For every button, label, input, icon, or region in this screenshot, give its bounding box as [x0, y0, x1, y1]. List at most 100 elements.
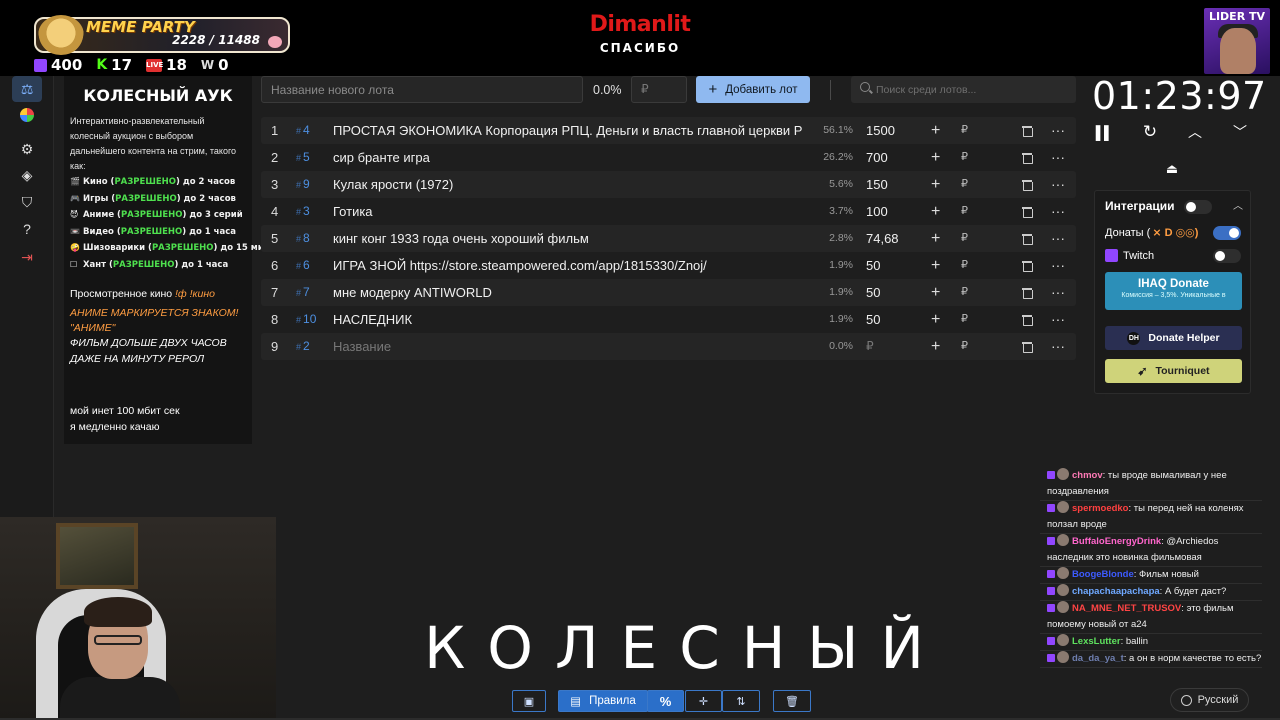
donate-helper-button[interactable]: DH Donate Helper — [1105, 326, 1242, 350]
ruble-icon[interactable]: ₽ — [961, 198, 968, 225]
lot-amount[interactable]: 50 — [866, 279, 880, 306]
lock-icon[interactable]: ▣ — [512, 690, 546, 712]
trash-icon[interactable] — [1022, 260, 1033, 272]
trash-icon[interactable] — [1022, 206, 1033, 218]
ruble-icon[interactable]: ₽ — [961, 306, 968, 333]
chat-nick[interactable]: chmov — [1072, 470, 1103, 481]
plus-icon[interactable]: + — [931, 117, 940, 144]
shield-icon[interactable]: ⛉ — [12, 189, 42, 215]
new-lot-input[interactable] — [261, 76, 583, 103]
lot-name[interactable]: мне модерку ANTIWORLD — [333, 279, 805, 306]
lot-amount[interactable]: 74,68 — [866, 225, 899, 252]
ruble-icon[interactable]: ₽ — [961, 144, 968, 171]
more-icon[interactable]: ··· — [1051, 225, 1065, 252]
logout-icon[interactable]: ⇥ — [12, 244, 42, 270]
search-input[interactable] — [876, 76, 1072, 103]
lot-row[interactable]: 3 #9 Кулак ярости (1972) 5.6% 150 + ₽ ··· — [261, 171, 1076, 198]
chevron-up-icon[interactable]: ︿ — [1183, 121, 1207, 143]
lot-row[interactable]: 4 #3 Готика 3.7% 100 + ₽ ··· — [261, 198, 1076, 225]
collapse-icon[interactable]: ⏏ — [1162, 160, 1182, 180]
lot-id[interactable]: #2 — [296, 333, 310, 361]
integrations-toggle[interactable] — [1184, 200, 1212, 214]
sort-icon[interactable]: ⇅ — [722, 690, 760, 712]
split-icon[interactable]: ✛ — [685, 690, 722, 712]
layers-icon[interactable]: ◈ — [12, 162, 42, 188]
twitch-toggle[interactable] — [1213, 249, 1241, 263]
wheel-icon[interactable] — [12, 102, 42, 128]
lot-id[interactable]: #3 — [296, 198, 310, 226]
rules-button[interactable]: ▤ Правила — [558, 690, 648, 712]
more-icon[interactable]: ··· — [1051, 198, 1065, 225]
chat-nick[interactable]: BoogeBlonde — [1072, 569, 1134, 580]
lot-amount[interactable]: 700 — [866, 144, 888, 171]
lot-name[interactable]: ИГРА ЗНОЙ https://store.steampowered.com… — [333, 252, 805, 279]
lot-row[interactable]: 8 #10 НАСЛЕДНИК 1.9% 50 + ₽ ··· — [261, 306, 1076, 333]
lot-id[interactable]: #5 — [296, 144, 310, 172]
chat-nick[interactable]: chapachaapachapa — [1072, 586, 1160, 597]
add-lot-button[interactable]: + Добавить лот — [696, 76, 810, 103]
chat-nick[interactable]: BuffaloEnergyDrink — [1072, 536, 1161, 547]
trash-icon[interactable] — [1022, 125, 1033, 137]
lot-name[interactable]: ПРОСТАЯ ЭКОНОМИКА Корпорация РПЦ. Деньги… — [333, 117, 805, 144]
restart-icon[interactable]: ↻ — [1138, 121, 1162, 143]
chat-nick[interactable]: LexsLutter — [1072, 636, 1121, 647]
lot-id[interactable]: #4 — [296, 117, 310, 145]
ruble-icon[interactable]: ₽ — [961, 225, 968, 252]
lot-name[interactable]: кинг конг 1933 года очень хороший фильм — [333, 225, 805, 252]
chat-nick[interactable]: NA_MNE_NET_TRUSOV — [1072, 603, 1181, 614]
lot-id[interactable]: #8 — [296, 225, 310, 253]
ruble-icon[interactable]: ₽ — [961, 333, 968, 360]
more-icon[interactable]: ··· — [1051, 117, 1065, 144]
lot-id[interactable]: #6 — [296, 252, 310, 280]
ruble-icon[interactable]: ₽ — [961, 252, 968, 279]
more-icon[interactable]: ··· — [1051, 252, 1065, 279]
lot-row[interactable]: 7 #7 мне модерку ANTIWORLD 1.9% 50 + ₽ ··· — [261, 279, 1076, 306]
chevron-up-icon[interactable]: ︿ — [1233, 197, 1243, 212]
gear-icon[interactable]: ⚙ — [12, 136, 42, 162]
more-icon[interactable]: ··· — [1051, 306, 1065, 333]
plus-icon[interactable]: + — [931, 333, 940, 360]
trash-icon[interactable] — [1022, 152, 1033, 164]
percent-button[interactable]: % — [647, 690, 684, 712]
lot-amount[interactable]: ₽ — [866, 333, 874, 360]
trash-icon[interactable] — [1022, 341, 1033, 353]
lot-row[interactable]: 2 #5 сир бранте игра 26.2% 700 + ₽ ··· — [261, 144, 1076, 171]
ihaq-donate-button[interactable]: IHAQ Donate Комиссия – 3,5%. Уникальные … — [1105, 272, 1242, 310]
new-lot-price-input[interactable]: ₽ — [631, 76, 687, 103]
chat-nick[interactable]: da_da_ya_t — [1072, 653, 1124, 664]
lot-id[interactable]: #7 — [296, 279, 310, 307]
lot-row[interactable]: 9 #2 Название 0.0% ₽ + ₽ ··· — [261, 333, 1076, 360]
plus-icon[interactable]: + — [931, 252, 940, 279]
ruble-icon[interactable]: ₽ — [961, 117, 968, 144]
lot-row[interactable]: 5 #8 кинг конг 1933 года очень хороший фил… — [261, 225, 1076, 252]
lot-amount[interactable]: 1500 — [866, 117, 895, 144]
trash-icon[interactable] — [1022, 179, 1033, 191]
chevron-down-icon[interactable]: ﹀ — [1228, 121, 1252, 143]
trash-icon[interactable]: 🗑 — [773, 690, 811, 712]
lot-amount[interactable]: 150 — [866, 171, 888, 198]
trash-icon[interactable] — [1022, 233, 1033, 245]
ruble-icon[interactable]: ₽ — [961, 279, 968, 306]
chat-nick[interactable]: spermoedko — [1072, 503, 1129, 514]
more-icon[interactable]: ··· — [1051, 333, 1065, 360]
lot-row[interactable]: 6 #6 ИГРА ЗНОЙ https://store.steampowered.… — [261, 252, 1076, 279]
plus-icon[interactable]: + — [931, 198, 940, 225]
donations-toggle[interactable] — [1213, 226, 1241, 240]
more-icon[interactable]: ··· — [1051, 144, 1065, 171]
lot-amount[interactable]: 100 — [866, 198, 888, 225]
plus-icon[interactable]: + — [931, 171, 940, 198]
lot-amount[interactable]: 50 — [866, 306, 880, 333]
language-select[interactable]: Русский — [1170, 688, 1249, 712]
help-icon[interactable]: ? — [12, 216, 42, 242]
plus-icon[interactable]: + — [931, 279, 940, 306]
lot-name[interactable]: сир бранте игра — [333, 144, 805, 171]
tourniquet-button[interactable]: ➹ Tourniquet — [1105, 359, 1242, 383]
lot-amount[interactable]: 50 — [866, 252, 880, 279]
lot-name[interactable]: Кулак ярости (1972) — [333, 171, 805, 198]
more-icon[interactable]: ··· — [1051, 279, 1065, 306]
lot-id[interactable]: #10 — [296, 306, 316, 334]
auction-icon[interactable]: ⚖ — [12, 76, 42, 102]
trash-icon[interactable] — [1022, 314, 1033, 326]
pause-icon[interactable]: ▌▌ — [1092, 121, 1116, 143]
lot-name[interactable]: Название — [333, 333, 805, 360]
